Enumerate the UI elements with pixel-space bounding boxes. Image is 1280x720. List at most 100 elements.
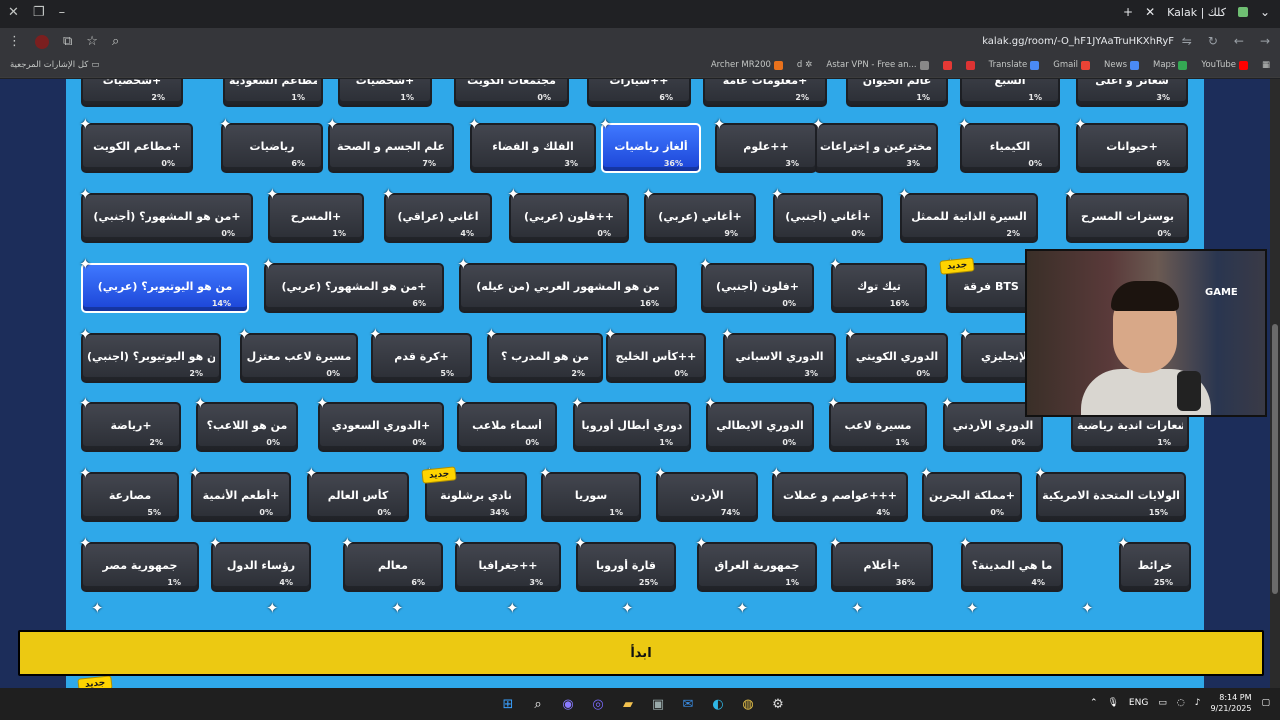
volume-icon[interactable]: ♪ — [1195, 698, 1201, 708]
category-card[interactable]: ✦ مطاعم الكويت+ 0% — [79, 117, 193, 173]
page-scrollbar[interactable] — [1270, 79, 1280, 688]
category-card[interactable]: ✦ رؤساء الدول 4% — [209, 536, 311, 592]
network-icon[interactable]: ◌ — [1177, 698, 1185, 708]
category-card[interactable]: ✦ الدوري الاسباني 3% — [721, 327, 836, 383]
close-icon[interactable]: ✕ — [8, 5, 19, 20]
apps-grid-icon[interactable]: ▦ — [1262, 60, 1270, 70]
chrome-icon[interactable]: ◍ — [738, 694, 758, 714]
category-card[interactable]: ✦عالم الحيوان1% — [846, 79, 948, 107]
category-card[interactable]: ✦ جمهورية العراق 1% — [695, 536, 817, 592]
category-card[interactable]: ✦ الولايات المتحدة الامريكية 15% — [1034, 466, 1186, 522]
category-card[interactable]: ✦ من هو المشهور العربي (من عيله) 16% — [457, 257, 677, 313]
category-card[interactable]: ✦ جغرافيا++ 3% — [453, 536, 561, 592]
new-tab-icon[interactable]: + — [1123, 5, 1133, 19]
category-card[interactable]: ✦ من هو المشهور؟ (أجنبي)+ 0% — [79, 187, 253, 243]
display-icon[interactable]: ▭ — [1158, 698, 1167, 708]
category-card[interactable]: ✦ من هو المدرب ؟ 2% — [485, 327, 603, 383]
store-icon[interactable]: ▣ — [648, 694, 668, 714]
category-card[interactable]: ✦ من هو اليوتيوبر؟ (عربي) 14% — [79, 257, 249, 313]
category-card[interactable]: ✦ كأس الخليج++ 0% — [604, 327, 706, 383]
category-card[interactable]: ✦ علوم++ 3% — [713, 117, 817, 173]
chevron-up-icon[interactable]: ⌃ — [1090, 698, 1098, 708]
category-card[interactable]: ✦ رياضيات 6% — [219, 117, 323, 173]
category-card[interactable]: ✦ الفلك و الفضاء 3% — [468, 117, 596, 173]
category-card[interactable]: ✦شخصيات+1% — [338, 79, 432, 107]
category-card[interactable]: ✦ أغاني (أجنبي)+ 0% — [771, 187, 883, 243]
teams-icon[interactable]: ◉ — [558, 694, 578, 714]
settings-gear-icon[interactable]: ⚙ — [768, 694, 788, 714]
bookmark-gmail[interactable]: Gmail — [1053, 60, 1091, 70]
notification-icon[interactable]: ▢ — [1261, 698, 1270, 708]
windows-start-icon[interactable]: ⊞ — [498, 694, 518, 714]
category-card[interactable]: ✦ بوسترات المسرح 0% — [1064, 187, 1189, 243]
category-card[interactable]: ✦ فلون (أجنبي)+ 0% — [699, 257, 814, 313]
category-card[interactable]: ✦ عواصم و عملات+++ 4% — [770, 466, 908, 522]
bookmark-d[interactable]: d ✲ — [797, 60, 813, 70]
category-card[interactable]: ✦ أغاني (عربي)+ 9% — [642, 187, 756, 243]
category-card[interactable]: ✦ من هو اليوتيوبر؟ (اجنبي) 2% — [79, 327, 221, 383]
category-card[interactable]: ✦سيارات++6% — [587, 79, 691, 107]
category-card[interactable]: ✦ السيرة الذاتية للممثل 2% — [898, 187, 1038, 243]
tab-close-icon[interactable]: ✕ — [1145, 5, 1155, 19]
category-card[interactable]: ✦ من هو المشهور؟ (عربي)+ 6% — [262, 257, 444, 313]
search-icon[interactable]: ⌕ — [528, 694, 548, 714]
edge-icon[interactable]: ◐ — [708, 694, 728, 714]
discord-icon[interactable]: ◎ — [588, 694, 608, 714]
category-card[interactable]: ✦شعائر و أعلى3% — [1076, 79, 1188, 107]
pinterest-icon[interactable] — [965, 60, 975, 70]
category-card[interactable]: ✦ الأردن 74% — [654, 466, 758, 522]
category-card[interactable]: ✦ من هو اللاعب؟ 0% — [194, 396, 298, 452]
bookmark-star-icon[interactable]: ☆ — [86, 34, 98, 49]
category-card[interactable]: ✦ أطعم الأنمية+ 0% — [189, 466, 291, 522]
category-card[interactable]: ✦ سوريا 1% — [539, 466, 641, 522]
category-card[interactable]: ✦ قارة أوروبا 25% — [574, 536, 676, 592]
zoom-icon[interactable]: ⌕ — [112, 34, 119, 49]
profile-avatar[interactable] — [35, 34, 49, 49]
category-card[interactable]: ✦ حيوانات+ 6% — [1074, 117, 1188, 173]
file-explorer-icon[interactable]: ▰ — [618, 694, 638, 714]
bookmark-maps[interactable]: Maps — [1153, 60, 1188, 70]
category-card[interactable]: ✦ مملكة البحرين+ 0% — [920, 466, 1022, 522]
category-card[interactable]: ✦ المسرح+ 1% — [266, 187, 364, 243]
category-card[interactable]: ✦ معالم 6% — [341, 536, 443, 592]
category-card[interactable]: ✦ دوري أبطال أوروبا 1% — [571, 396, 691, 452]
bookmark-youtube[interactable]: YouTube — [1201, 60, 1248, 70]
category-card[interactable]: ✦ مسيرة لاعب معتزل 0% — [238, 327, 358, 383]
youtube-small-icon[interactable] — [942, 60, 952, 70]
site-settings-icon[interactable]: ⇋ — [1182, 34, 1192, 48]
scrollbar-thumb[interactable] — [1272, 324, 1278, 594]
category-card[interactable]: ✦ رياضة+ 2% — [79, 396, 181, 452]
bookmark-news[interactable]: News — [1104, 60, 1140, 70]
outlook-icon[interactable]: ✉ — [678, 694, 698, 714]
mic-icon[interactable]: 🎙 — [1107, 698, 1118, 708]
category-card[interactable]: ✦ ألغاز رياضيات 36% — [599, 117, 701, 173]
category-card[interactable]: ✦ الدوري الايطالي 0% — [704, 396, 814, 452]
category-card[interactable]: ✦ مسيرة لاعب 1% — [827, 396, 927, 452]
category-card[interactable]: ✦ خرائط 25% — [1117, 536, 1191, 592]
start-game-button[interactable]: ابدأ — [18, 630, 1264, 676]
language-indicator[interactable]: ENG — [1129, 698, 1148, 708]
category-card[interactable]: ✦شخصيات+2% — [81, 79, 183, 107]
extensions-icon[interactable]: ⧉ — [63, 34, 72, 49]
restore-icon[interactable]: ❐ — [33, 5, 45, 20]
category-card[interactable]: ✦ الكيمياء 0% — [958, 117, 1060, 173]
bookmark-archer[interactable]: Archer MR200 — [711, 60, 783, 70]
category-card[interactable]: ✦ الدوري الكويتي 0% — [844, 327, 948, 383]
category-card[interactable]: ✦ جمهورية مصر 1% — [79, 536, 199, 592]
category-card[interactable]: ✦ اغاني (عراقي) 4% — [382, 187, 492, 243]
tab-title[interactable]: Kalak | كلك — [1167, 6, 1226, 19]
minimize-icon[interactable]: – — [59, 5, 66, 20]
category-card[interactable]: ✦ أسماء ملاعب 0% — [455, 396, 557, 452]
bookmark-translate[interactable]: Translate — [989, 60, 1040, 70]
category-card[interactable]: ✦ علم الجسم و الصحة 7% — [326, 117, 454, 173]
category-card[interactable]: ✦ ما هي المدينة؟ 4% — [959, 536, 1063, 592]
category-card[interactable]: ✦مطاعم السعودية1% — [223, 79, 323, 107]
tab-search-icon[interactable]: ⌄ — [1260, 5, 1270, 19]
category-card[interactable]: ✦السبع1% — [960, 79, 1060, 107]
clock[interactable]: 8:14 PM 9/21/2025 — [1210, 692, 1251, 714]
category-card[interactable]: ✦ مخترعين و إختراعات 3% — [812, 117, 938, 173]
reload-icon[interactable]: ↻ — [1208, 34, 1218, 48]
bookmark-astar[interactable]: Astar VPN - Free an... — [826, 60, 929, 70]
category-card[interactable]: ✦مجتمعات الكويت0% — [454, 79, 569, 107]
bookmarks-folder[interactable]: كل الإشارات المرجعية ▭ — [10, 60, 99, 70]
